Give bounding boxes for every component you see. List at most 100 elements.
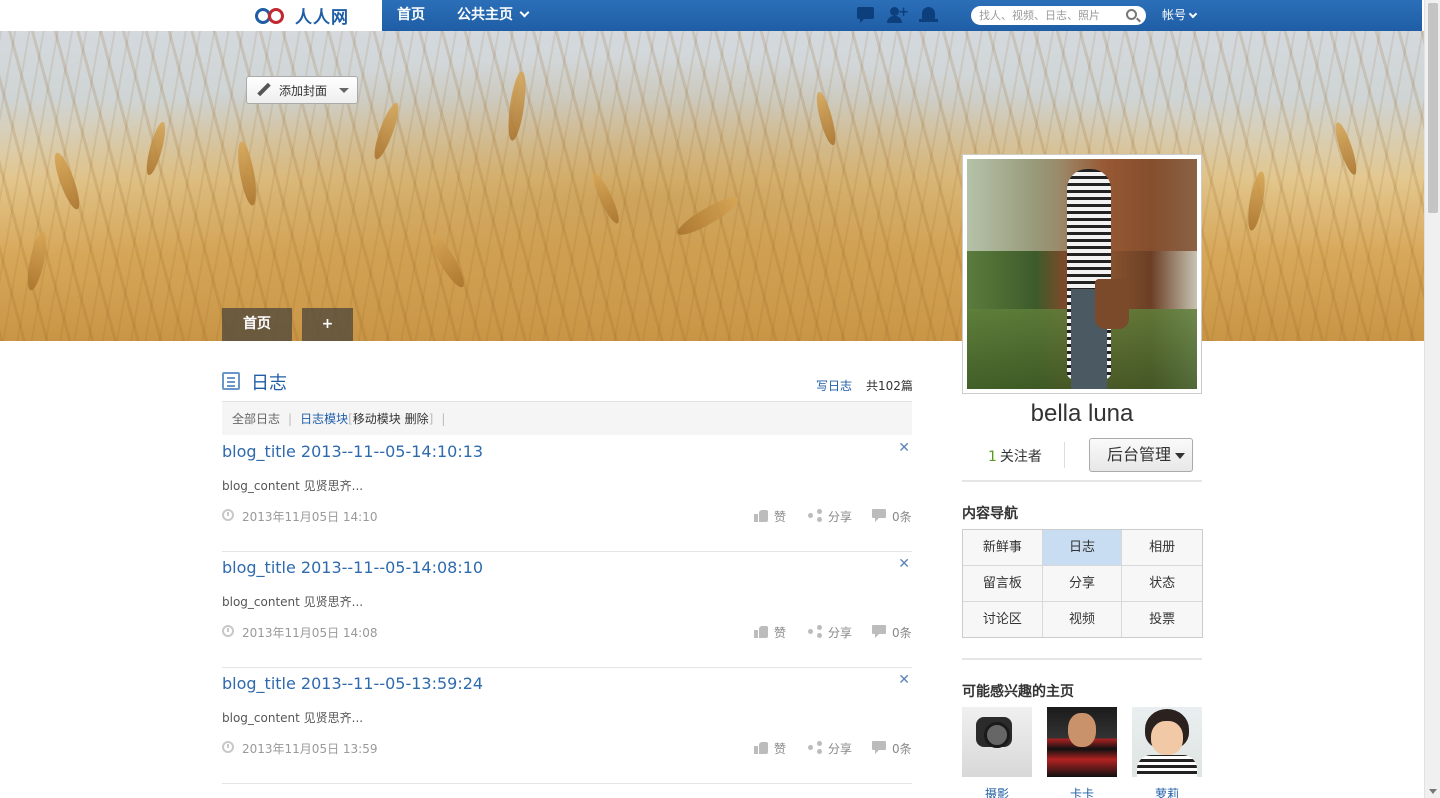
add-cover-button[interactable]: 添加封面 (246, 76, 358, 104)
renren-logo[interactable]: 人人网 (222, 0, 382, 31)
scroll-down-arrow-icon[interactable] (1429, 789, 1437, 794)
chevron-down-icon (519, 7, 530, 18)
content-nav-item-video[interactable]: 视频 (1042, 602, 1123, 637)
pencil-icon (257, 83, 271, 97)
top-navigation-inner: 人人网 首页 公共主页 + 帐号 (222, 0, 1422, 31)
caret-down-icon (339, 88, 349, 93)
post-date: 2013年11月05日 13:59 (222, 740, 377, 757)
divider (1064, 442, 1065, 468)
tab-add[interactable]: + (302, 308, 353, 341)
share-label: 分享 (828, 510, 853, 524)
like-button[interactable]: 赞 (754, 740, 786, 757)
content-nav-item-feed[interactable]: 新鲜事 (963, 530, 1043, 566)
search-icon[interactable] (1126, 9, 1137, 20)
post-date-text: 2013年11月05日 14:10 (242, 510, 378, 524)
chevron-down-icon (1188, 9, 1198, 19)
share-button[interactable]: 分享 (808, 508, 852, 525)
post-date: 2013年11月05日 14:08 (222, 624, 377, 641)
share-button[interactable]: 分享 (808, 740, 852, 757)
notification-bell-icon[interactable] (919, 6, 939, 24)
content-nav-item-status[interactable]: 状态 (1122, 566, 1202, 602)
profile-avatar[interactable] (962, 154, 1202, 394)
search-box (971, 6, 1146, 25)
like-label: 赞 (774, 742, 787, 756)
admin-button-label: 后台管理 (1107, 445, 1172, 464)
clock-icon (222, 509, 234, 521)
comment-icon (872, 509, 886, 522)
tab-home[interactable]: 首页 (222, 308, 292, 341)
add-cover-label: 添加封面 (279, 83, 328, 98)
post-date: 2013年11月05日 14:10 (222, 508, 377, 525)
interest-page-avatar[interactable] (1047, 707, 1117, 777)
admin-management-button[interactable]: 后台管理 (1089, 438, 1193, 472)
post-excerpt: blog_content 见贤思齐... (222, 479, 364, 493)
move-module-link[interactable]: 移动模块 (353, 412, 401, 426)
thumbs-up-icon (754, 509, 768, 522)
content-nav-item-messageboard[interactable]: 留言板 (963, 566, 1043, 602)
blog-post: blog_title 2013--11--05-13:59:24 ✕ blog_… (222, 668, 912, 784)
delete-module-link[interactable]: 删除 (405, 412, 429, 426)
interest-page-card[interactable]: 萝莉 (1132, 707, 1202, 798)
blog-filter-bar: 全部日志 | 日志模块[移动模块 删除] | (222, 401, 912, 435)
like-button[interactable]: 赞 (754, 508, 786, 525)
interest-page-avatar[interactable] (962, 707, 1032, 777)
interest-page-name[interactable]: 摄影 (962, 785, 1032, 798)
content-nav-item-album[interactable]: 相册 (1122, 530, 1202, 566)
content-nav-title: 内容导航 (962, 506, 1018, 522)
share-icon (808, 509, 822, 522)
comment-button[interactable]: 0条 (872, 508, 912, 525)
filter-blog-module[interactable]: 日志模块 (300, 412, 348, 426)
blog-total-count: 共102篇 (866, 379, 913, 393)
followers-count[interactable]: 1 关注者 (988, 446, 1042, 466)
post-title[interactable]: blog_title 2013--11--05-14:10:13 (222, 442, 483, 461)
comment-button[interactable]: 0条 (872, 624, 912, 641)
cover-image (0, 31, 1424, 341)
account-menu[interactable]: 帐号 (1162, 0, 1198, 31)
caret-down-icon (1175, 453, 1185, 459)
content-nav-item-blog[interactable]: 日志 (1042, 530, 1123, 566)
post-title[interactable]: blog_title 2013--11--05-13:59:24 (222, 674, 483, 693)
share-button[interactable]: 分享 (808, 624, 852, 641)
interest-page-name[interactable]: 卡卡 (1047, 785, 1117, 798)
filter-all-blogs[interactable]: 全部日志 (232, 412, 280, 426)
interest-page-card[interactable]: 摄影 (962, 707, 1032, 798)
logo-text: 人人网 (295, 8, 349, 28)
comment-icon (872, 741, 886, 754)
account-label: 帐号 (1162, 8, 1187, 22)
post-date-text: 2013年11月05日 13:59 (242, 742, 378, 756)
friend-request-icon[interactable]: + (887, 6, 909, 24)
nav-public-pages-menu[interactable]: 公共主页 (457, 0, 530, 31)
interest-page-avatar[interactable] (1132, 707, 1202, 777)
close-icon[interactable]: ✕ (898, 440, 910, 456)
scrollbar-thumb[interactable] (1428, 3, 1438, 213)
post-title[interactable]: blog_title 2013--11--05-14:08:10 (222, 558, 483, 577)
post-excerpt: blog_content 见贤思齐... (222, 595, 364, 609)
content-nav-item-forum[interactable]: 讨论区 (963, 602, 1043, 637)
clock-icon (222, 741, 234, 753)
interest-page-card[interactable]: 卡卡 (1047, 707, 1117, 798)
interest-page-name[interactable]: 萝莉 (1132, 785, 1202, 798)
profile-name: bella luna (1030, 400, 1134, 427)
comment-button[interactable]: 0条 (872, 740, 912, 757)
content-nav-item-vote[interactable]: 投票 (1122, 602, 1202, 637)
close-icon[interactable]: ✕ (898, 556, 910, 572)
followers-label: 关注者 (999, 449, 1042, 465)
followers-number: 1 (988, 449, 997, 465)
content-nav-item-share[interactable]: 分享 (1042, 566, 1123, 602)
interests-title: 可能感兴趣的主页 (962, 684, 1074, 700)
nav-home-link[interactable]: 首页 (397, 0, 425, 31)
vertical-scrollbar[interactable] (1424, 0, 1440, 798)
avatar-photo (967, 159, 1197, 389)
close-icon[interactable]: ✕ (898, 672, 910, 688)
top-navigation-bar: 人人网 首页 公共主页 + 帐号 (0, 0, 1424, 31)
write-blog-link[interactable]: 写日志 (816, 377, 852, 394)
search-input[interactable] (971, 6, 1116, 25)
blog-section-title: 日志 (251, 373, 287, 394)
like-button[interactable]: 赞 (754, 624, 786, 641)
post-excerpt: blog_content 见贤思齐... (222, 711, 364, 725)
divider (962, 658, 1202, 660)
message-icon[interactable] (856, 6, 876, 24)
blog-icon (222, 372, 240, 390)
content-nav-grid: 新鲜事 日志 相册 留言板 分享 状态 讨论区 视频 投票 (962, 529, 1203, 638)
renren-logo-icon (255, 6, 291, 26)
